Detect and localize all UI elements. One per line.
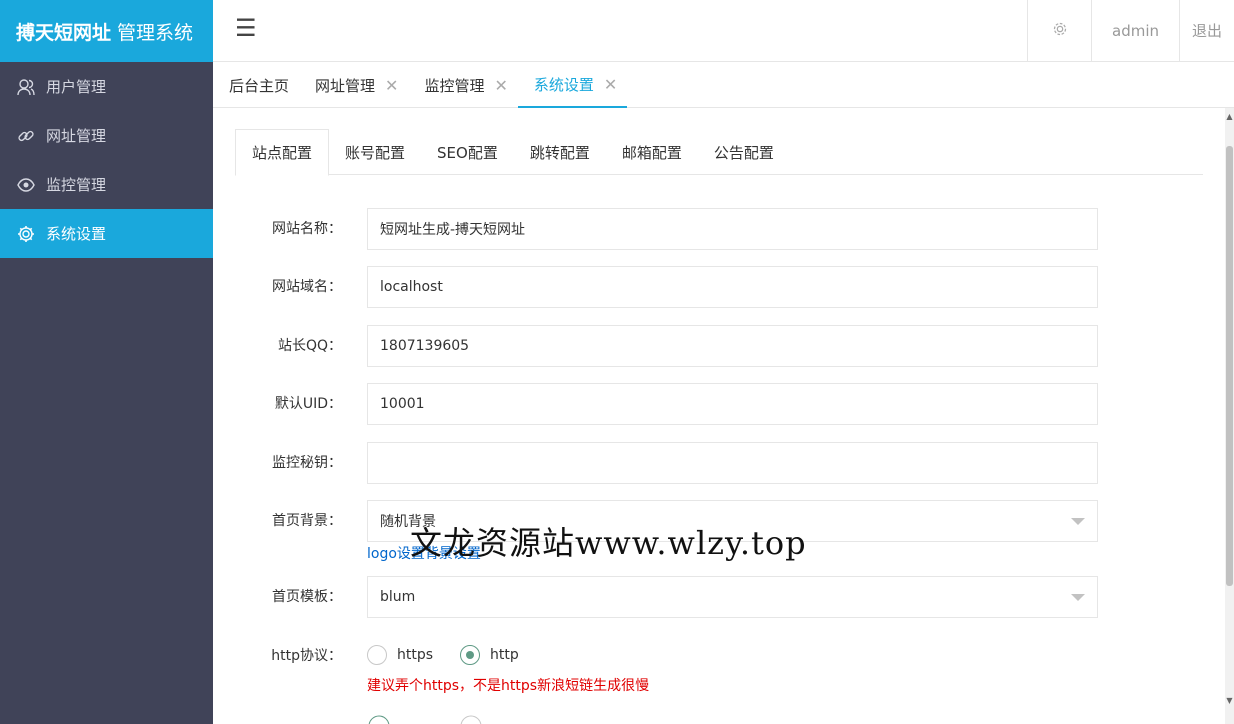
sidebar-item-label: 网址管理: [46, 127, 107, 145]
radio-http[interactable]: http: [460, 645, 519, 665]
sidebar-item-label: 用户管理: [46, 78, 107, 96]
watermark-text: 文龙资源站www.wlzy.top: [410, 524, 807, 562]
subtab-redirect-config[interactable]: 跳转配置: [514, 129, 606, 175]
close-icon[interactable]: ✕: [494, 76, 507, 95]
subtab-mail-config[interactable]: 邮箱配置: [606, 129, 698, 175]
user-icon: [16, 77, 36, 97]
header-actions: admin 退出: [1027, 0, 1234, 61]
radio-circle: [367, 645, 387, 665]
subtab-notice-config[interactable]: 公告配置: [698, 129, 790, 175]
menu-toggle-icon[interactable]: ☰: [235, 14, 257, 42]
partial-radio-row: [368, 715, 482, 724]
brand-subtitle: 管理系统: [117, 21, 194, 44]
background-label: 首页背景：: [272, 513, 342, 529]
scroll-down-icon[interactable]: ▼: [1225, 696, 1234, 710]
protocol-hint: 建议弄个https，不是https新浪短链生成很慢: [367, 678, 650, 694]
subtab-seo-config[interactable]: SEO配置: [421, 129, 514, 175]
scroll-thumb[interactable]: [1226, 146, 1233, 586]
tab-url-management[interactable]: 网址管理 ✕: [299, 62, 408, 108]
tab-home[interactable]: 后台主页: [213, 62, 299, 108]
site-name-input[interactable]: [367, 208, 1098, 250]
eye-icon: [16, 175, 36, 195]
link-icon: [16, 126, 36, 146]
content-scrollbar[interactable]: ▲ ▼: [1225, 108, 1234, 724]
uid-input[interactable]: [367, 383, 1098, 425]
domain-input[interactable]: [367, 266, 1098, 308]
gear-icon: [16, 224, 36, 244]
close-icon[interactable]: ✕: [385, 76, 398, 95]
monitor-key-input[interactable]: [367, 442, 1098, 484]
brand-name: 搏天短网址: [16, 21, 112, 44]
chevron-down-icon: [1071, 518, 1085, 525]
logout-button[interactable]: 退出: [1179, 0, 1234, 61]
page-tabs: 后台主页 网址管理 ✕ 监控管理 ✕ 系统设置 ✕: [213, 62, 1234, 108]
sidebar-item-settings[interactable]: 系统设置: [0, 209, 213, 258]
brand-logo[interactable]: 搏天短网址 管理系统: [0, 0, 213, 62]
top-header: ☰ admin 退出: [213, 0, 1234, 62]
sidebar: 搏天短网址 管理系统 用户管理 网址管理 监控管理 系统设置: [0, 0, 213, 724]
template-select-value: blum: [380, 589, 416, 605]
radio-circle: [460, 645, 480, 665]
scroll-up-icon[interactable]: ▲: [1225, 112, 1234, 126]
protocol-label: http协议：: [271, 648, 342, 664]
main-content: 站点配置 账号配置 SEO配置 跳转配置 邮箱配置 公告配置 网站名称： 网站域…: [213, 108, 1225, 724]
sidebar-item-label: 系统设置: [46, 225, 107, 243]
gear-icon: [1052, 21, 1068, 41]
tab-system-settings[interactable]: 系统设置 ✕: [517, 62, 628, 108]
radio-label: http: [490, 647, 519, 663]
settings-subtabs: 站点配置 账号配置 SEO配置 跳转配置 邮箱配置 公告配置: [235, 129, 1203, 176]
subtab-account-config[interactable]: 账号配置: [329, 129, 421, 175]
sidebar-item-urls[interactable]: 网址管理: [0, 111, 213, 160]
template-label: 首页模板：: [272, 589, 342, 605]
domain-label: 网站域名：: [272, 279, 342, 295]
uid-label: 默认UID：: [274, 396, 342, 412]
radio-https[interactable]: https: [367, 645, 433, 665]
tab-label: 网址管理: [315, 76, 376, 95]
sidebar-item-label: 监控管理: [46, 176, 107, 194]
radio-label: https: [397, 647, 434, 663]
qq-input[interactable]: [367, 325, 1098, 367]
template-select[interactable]: blum: [367, 576, 1098, 618]
tab-label: 系统设置: [533, 75, 594, 94]
user-menu[interactable]: admin: [1091, 0, 1179, 61]
subtab-site-config[interactable]: 站点配置: [235, 129, 330, 176]
sidebar-item-users[interactable]: 用户管理: [0, 62, 213, 111]
site-name-label: 网站名称：: [272, 221, 342, 237]
tab-label: 后台主页: [229, 76, 290, 95]
tab-label: 监控管理: [424, 76, 485, 95]
tab-monitor-management[interactable]: 监控管理 ✕: [408, 62, 517, 108]
monitor-key-label: 监控秘钥：: [272, 455, 342, 471]
qq-label: 站长QQ：: [277, 338, 342, 354]
close-icon[interactable]: ✕: [604, 75, 617, 94]
sidebar-item-monitor[interactable]: 监控管理: [0, 160, 213, 209]
chevron-down-icon: [1071, 594, 1085, 601]
settings-button[interactable]: [1027, 0, 1091, 61]
